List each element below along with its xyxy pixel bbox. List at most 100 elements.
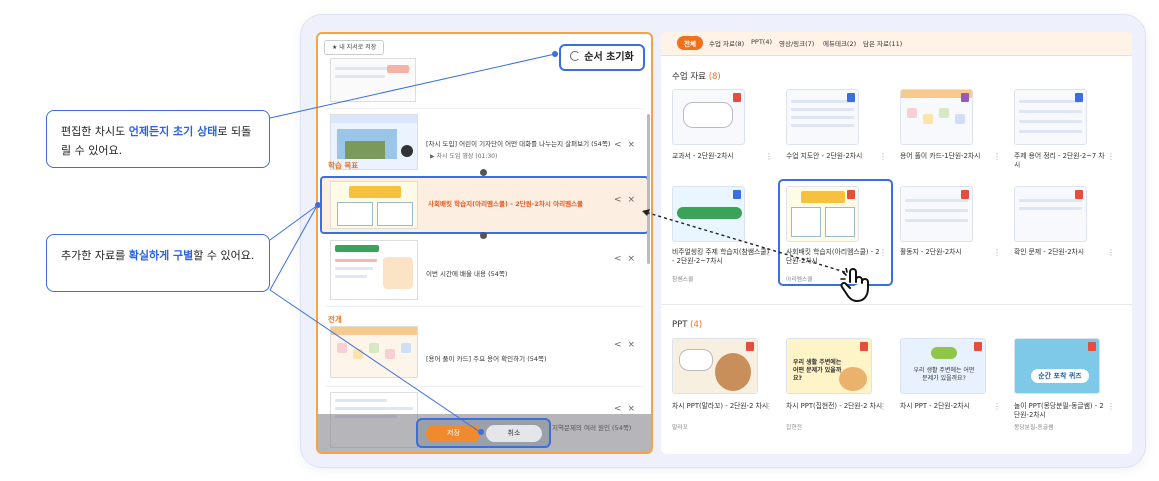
added-material-row[interactable]: 사회배킷 학습지(아리멤스쿨) - 2단원-2차시 아리멤스쿨 <× (320, 176, 649, 234)
material-thumbnail[interactable] (1014, 186, 1087, 242)
delete-icon[interactable]: × (628, 340, 642, 350)
row-video-link[interactable]: ▶ 차시 도입 영상 (01:30) (430, 151, 497, 160)
more-icon[interactable]: ⋮ (993, 248, 1001, 257)
ppt-label: 놀이 PPT(몽당분필-동글쌤) - 2단원-2차시 (1014, 402, 1104, 419)
filter-tabs: 전체 수업 자료(8) PPT(4) 영상/링크(7) 에듀테크(2) 담은 자… (661, 32, 1132, 56)
material-thumbnail[interactable] (900, 89, 973, 145)
save-cancel-bar: 저장 취소 (416, 418, 551, 448)
drag-handle-icon[interactable] (480, 232, 487, 239)
scrollbar[interactable] (647, 114, 650, 264)
row-thumbnail (330, 240, 418, 300)
tab-edutech[interactable]: 에듀테크(2) (823, 38, 856, 48)
material-thumbnail[interactable] (786, 186, 859, 242)
tab-saved[interactable]: 담은 자료(11) (863, 38, 902, 48)
row-actions: <× (614, 195, 641, 205)
ppt-thumbnail[interactable]: 순간 포착 퀴즈 (1014, 338, 1100, 394)
row-actions: <× (614, 140, 641, 150)
ppt-author: 말라꼬 (672, 425, 688, 431)
ppt-thumbnail[interactable]: 우리 생활 주변에는 어떤 문제가 있을까요? (900, 338, 986, 394)
reset-order-button[interactable]: 순서 초기화 (559, 44, 645, 71)
material-label: 비주얼씽킹 주제 학습지(참쌤스쿨) - 2단원-2~7차시 (672, 248, 770, 265)
tab-video-link[interactable]: 영상/링크(7) (779, 38, 814, 48)
delete-icon[interactable]: × (628, 254, 642, 264)
material-label: 교과서 - 2단원-2차시 (672, 152, 734, 160)
material-thumbnail[interactable] (1014, 89, 1087, 145)
section-title-text: 수업 자료 (672, 72, 706, 82)
more-icon[interactable]: ⋮ (765, 152, 773, 161)
hand-pointer-icon (840, 268, 869, 302)
save-button[interactable]: 저장 (426, 425, 481, 442)
material-label: 수업 지도안 - 2단원-2차시 (786, 152, 863, 160)
row-title: [용어 풀이 카드] 주요 용어 확인하기 (54쪽) (426, 355, 547, 363)
delete-icon[interactable]: × (628, 140, 642, 150)
more-icon[interactable]: ⋮ (1107, 248, 1115, 257)
materials-section-title: 수업 자료 (8) (672, 70, 721, 82)
section-goal-label: 학습 목표 (328, 161, 359, 170)
ppt-section-title: PPT (4) (672, 320, 702, 330)
more-icon[interactable]: ⋮ (765, 402, 773, 411)
row-title: 지역문제의 여러 원인 (54쪽) (552, 424, 632, 432)
material-label: 사회배킷 학습지(아리멤스쿨) - 2단원-2차시 (786, 248, 880, 265)
delete-icon[interactable]: × (628, 195, 642, 205)
ppt-thumbnail[interactable]: 우리 생활 주변에는 어떤 문제가 있을까요? (786, 338, 872, 394)
callout-text: 편집한 차시도 (61, 125, 129, 138)
screenshot-stage: 편집한 차시도 언제든지 초기 상태로 되돌릴 수 있어요. 추가한 자료를 확… (0, 0, 1159, 481)
share-icon[interactable]: < (614, 254, 628, 264)
share-icon[interactable]: < (614, 404, 628, 414)
callout-text: 추가한 자료를 (61, 249, 129, 262)
row-title: [차시 도입] 어린이 기자단이 어떤 대화를 나누는지 살펴보기 (54쪽) (426, 140, 611, 148)
more-icon[interactable]: ⋮ (993, 152, 1001, 161)
lesson-editor-panel: ★ 내 지서로 저장 [차시 도입] 어린이 기자단이 어떤 대화를 나누는지 … (316, 32, 653, 454)
more-icon[interactable]: ⋮ (879, 248, 887, 257)
row-thumbnail (330, 326, 418, 378)
material-label: 용어 풀이 카드-1단원-2차시 (900, 152, 981, 160)
delete-icon[interactable]: × (628, 404, 642, 414)
callout-emphasis: 언제든지 초기 상태 (128, 125, 218, 138)
material-label: 활동지 - 2단원-2차시 (900, 248, 962, 256)
tab-materials[interactable]: 수업 자료(8) (709, 38, 744, 48)
callout-reset-info: 편집한 차시도 언제든지 초기 상태로 되돌릴 수 있어요. (46, 110, 270, 168)
section-develop-label: 전개 (328, 315, 342, 324)
callout-distinguish-info: 추가한 자료를 확실하게 구별할 수 있어요. (46, 234, 270, 292)
more-icon[interactable]: ⋮ (879, 152, 887, 161)
tab-ppt[interactable]: PPT(4) (751, 38, 772, 46)
more-icon[interactable]: ⋮ (765, 248, 773, 257)
row-title: 사회배킷 학습지(아리멤스쿨) - 2단원-2차시 아리멤스쿨 (428, 200, 584, 208)
save-to-textbook-button[interactable]: ★ 내 지서로 저장 (324, 40, 385, 55)
row-actions: <× (614, 404, 641, 414)
ppt-headline: 우리 생활 주변에는 어떤 문제가 있을까요? (913, 367, 975, 382)
ppt-author: 집현전 (786, 425, 802, 431)
material-author: 아리멤스쿨 (786, 277, 813, 283)
row-thumbnail (330, 58, 416, 102)
drag-handle-icon[interactable] (480, 169, 487, 176)
share-icon[interactable]: < (614, 340, 628, 350)
share-icon[interactable]: < (614, 140, 628, 150)
more-icon[interactable]: ⋮ (1107, 152, 1115, 161)
ppt-label: 차시 PPT(집현전) - 2단원-2 차시 (786, 402, 883, 410)
callout-emphasis: 확실하게 구별 (128, 249, 194, 262)
row-title: 이번 시간에 배울 내용 (54쪽) (426, 270, 508, 278)
more-icon[interactable]: ⋮ (1107, 402, 1115, 411)
section-title-text: PPT (672, 320, 688, 330)
reset-order-label: 순서 초기화 (584, 52, 634, 63)
section-count: (4) (690, 320, 703, 330)
row-actions: <× (614, 254, 641, 264)
row-actions: <× (614, 340, 641, 350)
tab-all[interactable]: 전체 (677, 36, 703, 50)
material-thumbnail[interactable] (672, 186, 745, 242)
section-divider (661, 304, 1132, 305)
cancel-button[interactable]: 취소 (486, 425, 542, 442)
ppt-author: 몽당분필-동글쌤 (1014, 425, 1054, 431)
row-thumbnail (330, 181, 418, 229)
refresh-icon (570, 51, 581, 61)
ppt-label: 차시 PPT(말라꼬) - 2단원-2 차시 (672, 402, 769, 410)
ppt-thumbnail[interactable] (672, 338, 758, 394)
material-label: 주제 용어 정리 - 2단원-2~7 차시 (1014, 152, 1105, 169)
save-textbook-label: 내 지서로 저장 (339, 44, 377, 51)
material-thumbnail[interactable] (786, 89, 859, 145)
material-thumbnail[interactable] (900, 186, 973, 242)
more-icon[interactable]: ⋮ (993, 402, 1001, 411)
material-thumbnail[interactable] (672, 89, 745, 145)
more-icon[interactable]: ⋮ (879, 402, 887, 411)
share-icon[interactable]: < (614, 195, 628, 205)
